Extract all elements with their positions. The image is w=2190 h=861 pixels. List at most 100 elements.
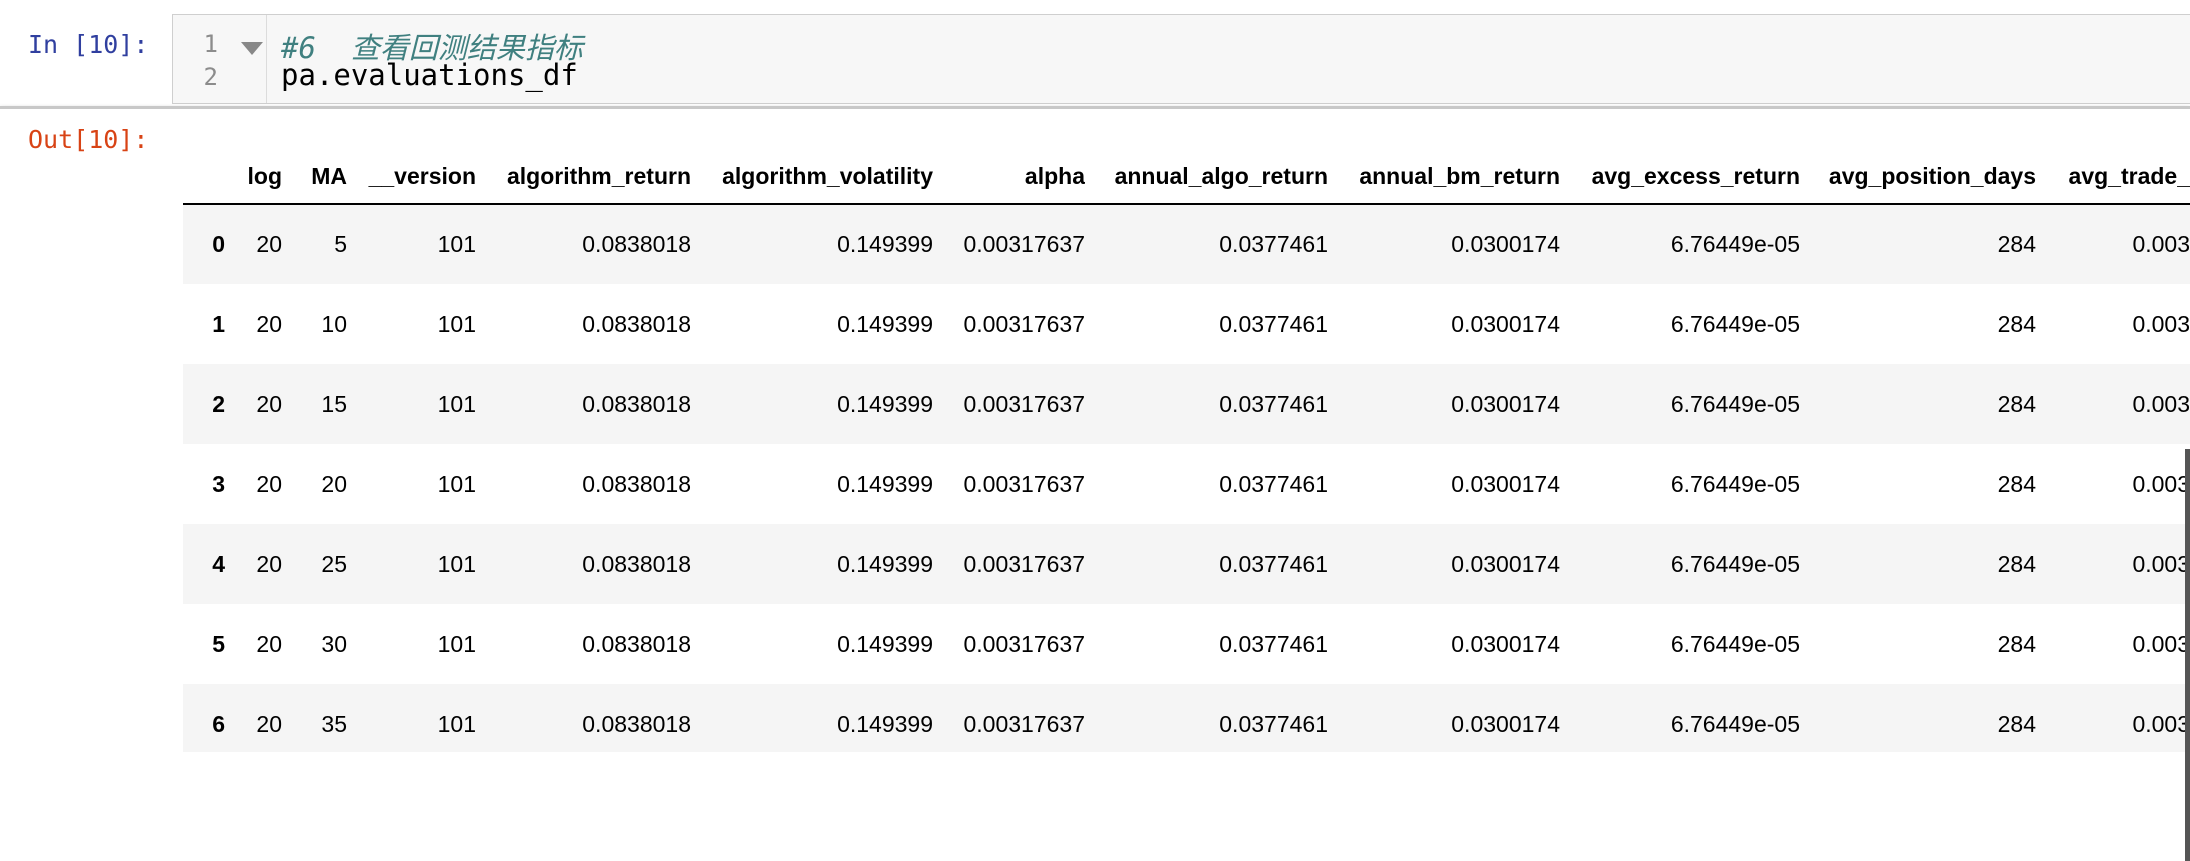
table-cell: 10 [321, 310, 347, 337]
table-row: 3 20 20 101 0.0838018 0.149399 0.0031763… [183, 444, 2190, 524]
table-cell: 0.0838018 [582, 710, 691, 737]
dataframe-table: log MA __version algorithm_return algori… [183, 149, 2190, 752]
table-cell: 101 [437, 390, 476, 417]
table-cell: 101 [437, 710, 476, 737]
table-cell: 0.00317637 [963, 470, 1085, 497]
table-cell: 6.76449e-05 [1670, 310, 1800, 337]
table-cell: 0.0377461 [1219, 630, 1328, 657]
input-cell[interactable]: In [10]: 1 2 #6 查看回测结果指标 pa.evaluations_… [0, 0, 2190, 108]
table-cell: 0.0300174 [1451, 470, 1560, 497]
table-cell: 0.00317637 [963, 710, 1085, 737]
table-cell: 101 [437, 231, 476, 257]
index-header [183, 149, 225, 205]
table-cell: 25 [321, 550, 347, 577]
table-cell: 0.149399 [837, 310, 933, 337]
table-cell: 284 [1997, 630, 2036, 657]
table-cell: 0.003 [2132, 630, 2190, 657]
table-cell: 6.76449e-05 [1670, 710, 1800, 737]
table-cell: 0.149399 [837, 550, 933, 577]
table-cell: 0.0377461 [1219, 390, 1328, 417]
table-cell: 0.0838018 [582, 231, 691, 257]
table-cell: 0.00317637 [963, 390, 1085, 417]
table-cell: 284 [1997, 310, 2036, 337]
fold-arrow-icon[interactable] [241, 42, 263, 55]
table-cell: 0.0300174 [1451, 390, 1560, 417]
table-cell: 284 [1997, 710, 2036, 737]
input-prompt: In [10]: [28, 30, 149, 59]
table-cell: 20 [256, 710, 282, 737]
table-cell: 0.0300174 [1451, 550, 1560, 577]
table-cell: 20 [256, 231, 282, 257]
table-cell: 6.76449e-05 [1670, 630, 1800, 657]
table-row: 2 20 15 101 0.0838018 0.149399 0.0031763… [183, 364, 2190, 444]
table-row: 6 20 35 101 0.0838018 0.149399 0.0031763… [183, 684, 2190, 752]
table-cell: 0.003 [2132, 390, 2190, 417]
row-index: 1 [212, 310, 225, 337]
row-index: 0 [212, 231, 225, 257]
table-cell: 20 [256, 310, 282, 337]
row-index: 3 [212, 470, 225, 497]
row-index: 6 [212, 710, 225, 737]
table-cell: 20 [256, 630, 282, 657]
column-header: avg_trade_ [2036, 149, 2190, 205]
table-cell: 284 [1997, 550, 2036, 577]
table-cell: 284 [1997, 231, 2036, 257]
column-header: alpha [933, 149, 1085, 205]
column-header: annual_algo_return [1085, 149, 1328, 205]
table-cell: 20 [321, 470, 347, 497]
table-cell: 6.76449e-05 [1670, 470, 1800, 497]
output-area: Out[10]: log MA __version algorithm_retu… [0, 109, 2190, 861]
table-row: 0 20 5 101 0.0838018 0.149399 0.00317637… [183, 204, 2190, 284]
table-cell: 0.149399 [837, 390, 933, 417]
table-cell: 101 [437, 630, 476, 657]
dataframe-container[interactable]: log MA __version algorithm_return algori… [183, 149, 2190, 752]
table-cell: 20 [256, 390, 282, 417]
table-cell: 0.0377461 [1219, 231, 1328, 257]
table-cell: 20 [256, 470, 282, 497]
row-index: 2 [212, 390, 225, 417]
table-cell: 6.76449e-05 [1670, 550, 1800, 577]
table-cell: 101 [437, 310, 476, 337]
row-index: 5 [212, 630, 225, 657]
column-header: algorithm_return [476, 149, 691, 205]
table-cell: 0.0377461 [1219, 550, 1328, 577]
table-cell: 0.003 [2132, 231, 2190, 257]
column-header: MA [282, 149, 347, 205]
table-cell: 0.0300174 [1451, 231, 1560, 257]
table-cell: 284 [1997, 470, 2036, 497]
column-header: avg_position_days [1800, 149, 2036, 205]
table-cell: 0.00317637 [963, 310, 1085, 337]
table-cell: 0.00317637 [963, 231, 1085, 257]
line-number-gutter: 1 2 [173, 15, 267, 103]
line-number: 1 [203, 30, 218, 58]
column-header: annual_bm_return [1328, 149, 1560, 205]
output-prompt: Out[10]: [28, 125, 149, 154]
table-cell: 0.0377461 [1219, 310, 1328, 337]
column-header: log [225, 149, 282, 205]
code-editor[interactable]: 1 2 #6 查看回测结果指标 pa.evaluations_df [172, 14, 2190, 104]
table-cell: 20 [256, 550, 282, 577]
table-cell: 0.0838018 [582, 310, 691, 337]
row-index: 4 [212, 550, 225, 577]
table-cell: 0.003 [2132, 710, 2190, 737]
table-cell: 101 [437, 550, 476, 577]
table-cell: 284 [1997, 390, 2036, 417]
column-header: avg_excess_return [1560, 149, 1800, 205]
table-cell: 101 [437, 470, 476, 497]
column-header: algorithm_volatility [691, 149, 933, 205]
table-cell: 6.76449e-05 [1670, 231, 1800, 257]
code-line-expression[interactable]: pa.evaluations_df [281, 58, 578, 92]
table-cell: 0.149399 [837, 710, 933, 737]
horizontal-scroll-edge[interactable] [2185, 449, 2190, 861]
table-row: 1 20 10 101 0.0838018 0.149399 0.0031763… [183, 284, 2190, 364]
table-cell: 0.003 [2132, 470, 2190, 497]
table-cell: 0.00317637 [963, 630, 1085, 657]
table-cell: 30 [321, 630, 347, 657]
table-cell: 0.0838018 [582, 390, 691, 417]
table-cell: 0.003 [2132, 550, 2190, 577]
table-cell: 0.0838018 [582, 630, 691, 657]
table-row: 4 20 25 101 0.0838018 0.149399 0.0031763… [183, 524, 2190, 604]
table-cell: 0.0300174 [1451, 710, 1560, 737]
header-row: log MA __version algorithm_return algori… [183, 149, 2190, 205]
table-cell: 0.003 [2132, 310, 2190, 337]
